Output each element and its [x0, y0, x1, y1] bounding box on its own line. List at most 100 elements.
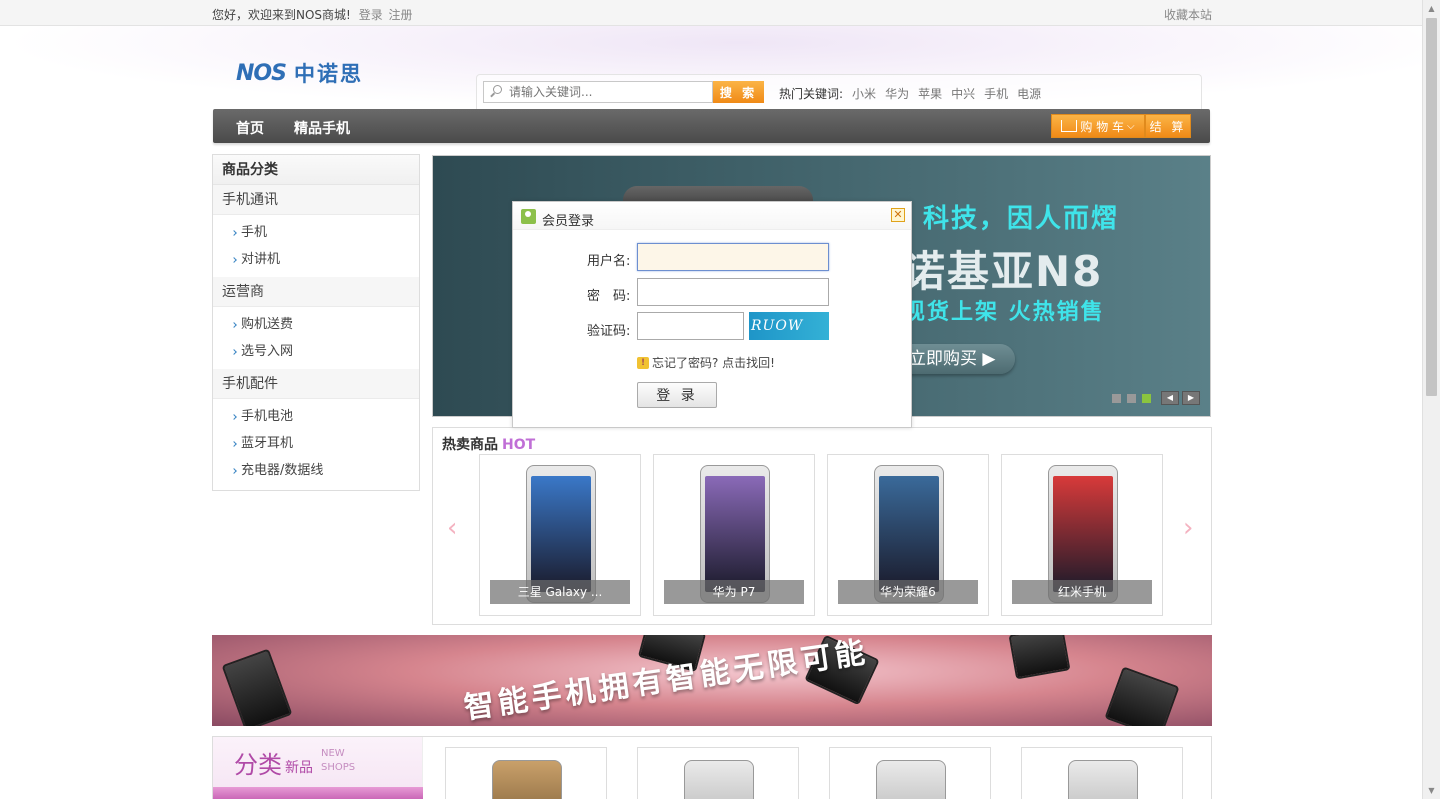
product-card[interactable]: 三星 Galaxy ...: [479, 454, 641, 616]
new-product-card[interactable]: [829, 747, 991, 799]
forgot-password-link[interactable]: ! 忘记了密码? 点击找回!: [637, 354, 775, 371]
slogan-banner[interactable]: 智能手机拥有智能无限可能: [212, 635, 1212, 726]
category-item[interactable]: 手机: [213, 219, 419, 246]
hotword-link[interactable]: 华为: [885, 85, 909, 102]
hot-title: 热卖商品 HOT: [442, 434, 535, 454]
search-input[interactable]: [509, 85, 709, 99]
password-label: 密 码:: [587, 289, 631, 304]
checkout-button[interactable]: 结 算: [1145, 114, 1191, 138]
hotword-link[interactable]: 手机: [984, 85, 1008, 102]
next-arrow-icon[interactable]: ▶: [1182, 391, 1200, 405]
product-name: 三星 Galaxy ...: [490, 580, 630, 604]
scroll-thumb[interactable]: [1426, 18, 1437, 396]
cart-label: 购 物 车: [1080, 119, 1125, 134]
search-box: [483, 81, 713, 103]
search-icon: [488, 83, 506, 101]
banner-product: 诺基亚N8: [903, 247, 1104, 296]
logo[interactable]: NOS 中诺思: [236, 58, 363, 88]
login-link[interactable]: 登录: [359, 8, 383, 22]
new-product-card[interactable]: [1021, 747, 1183, 799]
category-item[interactable]: 购机送费: [213, 311, 419, 338]
dialog-header: 会员登录 ✕: [513, 202, 911, 230]
logo-mark: NOS: [236, 60, 287, 86]
close-icon[interactable]: ✕: [891, 208, 905, 222]
buy-now-button[interactable]: 立即购买 ▶: [895, 344, 1015, 374]
banner-slogan: 科技，因人而熠: [923, 204, 1120, 234]
category-heading[interactable]: 运营商: [213, 277, 419, 307]
new-category-bar: [213, 787, 423, 799]
category-item[interactable]: 充电器/数据线: [213, 457, 419, 484]
prev-arrow-icon[interactable]: ◀: [1161, 391, 1179, 405]
alert-icon: !: [637, 356, 649, 369]
category-heading[interactable]: 手机通讯: [213, 185, 419, 215]
carousel-prev-icon[interactable]: ‹: [447, 514, 461, 542]
top-bar: 您好，欢迎来到NOS商城! 登录 注册 收藏本站: [0, 0, 1422, 26]
hotword-link[interactable]: 小米: [852, 85, 876, 102]
scroll-up-icon[interactable]: ▲: [1423, 0, 1440, 17]
hot-title-text: 热卖商品: [442, 437, 498, 453]
banner-dots: [1112, 394, 1157, 403]
hotword-link[interactable]: 苹果: [918, 85, 942, 102]
register-link[interactable]: 注册: [389, 8, 413, 22]
forgot-password-text: 忘记了密码? 点击找回!: [652, 356, 775, 370]
product-image: [492, 760, 562, 799]
category-item[interactable]: 手机电池: [213, 403, 419, 430]
new-product-card[interactable]: [637, 747, 799, 799]
nav-phones[interactable]: 精品手机: [294, 118, 350, 138]
favorite-link[interactable]: 收藏本站: [1164, 6, 1212, 23]
banner-dot-active[interactable]: [1142, 394, 1151, 403]
login-dialog: 会员登录 ✕ 用户名: 密 码: 验证码: RUOW ! 忘记了密码? 点击找回…: [512, 201, 912, 428]
logo-cn: 中诺思: [293, 62, 363, 86]
new-category-en: NEW SHOPS: [321, 748, 356, 773]
captcha-image[interactable]: RUOW: [749, 312, 829, 340]
phone-graphic: [1008, 635, 1071, 680]
sidebar-title: 商品分类: [213, 155, 419, 185]
cart-button[interactable]: 购 物 车 ⌵: [1051, 114, 1145, 138]
phone-graphic: [1104, 666, 1180, 726]
scroll-down-icon[interactable]: ▼: [1423, 782, 1440, 799]
hotwords-label: 热门关键词:: [779, 87, 844, 101]
welcome-area: 您好，欢迎来到NOS商城! 登录 注册: [212, 6, 413, 23]
banner-dot[interactable]: [1127, 394, 1136, 403]
banner-dot[interactable]: [1112, 394, 1121, 403]
product-image: [684, 760, 754, 799]
category-item[interactable]: 选号入网: [213, 338, 419, 365]
product-card[interactable]: 华为 P7: [653, 454, 815, 616]
main-nav: 首页 精品手机 购 物 车 ⌵ 结 算: [213, 109, 1210, 143]
banner-arrows: ◀ ▶: [1161, 391, 1203, 405]
product-name: 红米手机: [1012, 580, 1152, 604]
page-scrollbar[interactable]: ▲ ▼: [1422, 0, 1440, 799]
category-item[interactable]: 蓝牙耳机: [213, 430, 419, 457]
username-label: 用户名:: [587, 254, 631, 269]
category-heading[interactable]: 手机配件: [213, 369, 419, 399]
password-input[interactable]: [637, 278, 829, 306]
product-name: 华为 P7: [664, 580, 804, 604]
nav-home[interactable]: 首页: [236, 118, 264, 138]
hotword-link[interactable]: 中兴: [951, 85, 975, 102]
new-product-card[interactable]: [445, 747, 607, 799]
product-image: [876, 760, 946, 799]
captcha-input[interactable]: [637, 312, 744, 340]
phone-graphic: [221, 648, 293, 726]
hotword-link[interactable]: 电源: [1017, 85, 1041, 102]
username-input[interactable]: [637, 243, 829, 271]
user-icon: [521, 209, 536, 224]
header: NOS 中诺思 搜 索 热门关键词: 小米 华为 苹果 中兴 手机 电源: [0, 26, 1422, 112]
search-button[interactable]: 搜 索: [713, 81, 764, 103]
carousel-next-icon[interactable]: ›: [1183, 514, 1197, 542]
new-category: 分类 新品 NEW SHOPS: [212, 736, 1212, 799]
product-card[interactable]: 华为荣耀6: [827, 454, 989, 616]
chevron-down-icon: ⌵: [1127, 120, 1135, 132]
login-button[interactable]: 登 录: [637, 382, 717, 408]
hot-products: 热卖商品 HOT ‹ › 三星 Galaxy ... 华为 P7 华为荣耀6 红米…: [432, 427, 1212, 625]
new-category-title: 分类: [234, 751, 282, 779]
new-category-subtitle: 新品: [285, 760, 313, 776]
hotwords: 热门关键词: 小米 华为 苹果 中兴 手机 电源: [779, 85, 1041, 102]
category-item[interactable]: 对讲机: [213, 246, 419, 273]
product-name: 华为荣耀6: [838, 580, 978, 604]
new-category-header: 分类 新品 NEW SHOPS: [213, 737, 423, 799]
product-image: [1068, 760, 1138, 799]
product-card[interactable]: 红米手机: [1001, 454, 1163, 616]
search-panel: 搜 索 热门关键词: 小米 华为 苹果 中兴 手机 电源: [476, 74, 1202, 112]
cart-icon: [1061, 120, 1078, 132]
